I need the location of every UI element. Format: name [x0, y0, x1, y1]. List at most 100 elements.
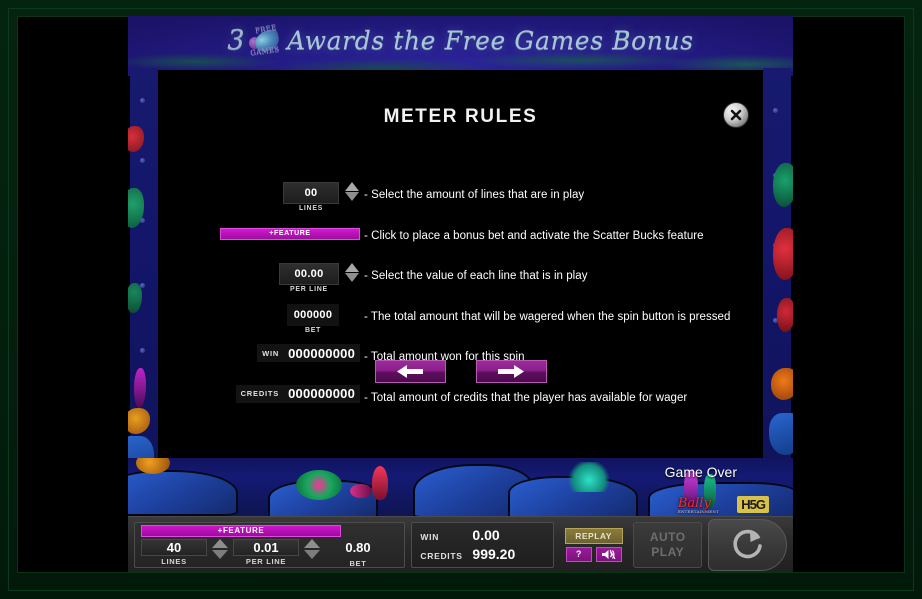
deck-feature-button[interactable]: +FEATURE — [141, 524, 341, 537]
bally-logo-subtext: ENTERTAINMENT — [677, 509, 719, 514]
deck-lines-wrap: 40 LINES — [141, 538, 207, 566]
credits-label: CREDITS — [240, 389, 280, 398]
deck-per-line-arrows[interactable] — [302, 538, 322, 559]
bally-logo: Bally ENTERTAINMENT — [678, 496, 719, 514]
rule-row-per-line: 00.00 PER LINE - Select the value of eac… — [158, 263, 763, 304]
coral-magenta — [134, 368, 146, 408]
rule-widget: 00.00 PER LINE — [158, 263, 364, 293]
reef-tube-coral — [372, 466, 388, 500]
coral-orange — [128, 408, 150, 434]
game-banner: 3 FREE GAMES Awards the Free Games Bonus — [128, 16, 793, 76]
rule-widget: CREDITS 000000000 — [158, 384, 364, 403]
per-line-value: 00.00 — [294, 268, 324, 280]
coral-red — [777, 298, 793, 332]
auxiliary-buttons: REPLAY ? — [560, 522, 627, 568]
win-label: WIN — [262, 348, 280, 358]
help-label: ? — [575, 549, 582, 559]
per-line-decrement-icon[interactable] — [345, 273, 359, 282]
per-line-stepper[interactable]: 00.00 PER LINE — [279, 263, 360, 293]
rule-row-bet: 000000 BET - The total amount that will … — [158, 303, 763, 345]
deck-lines-label: LINES — [161, 556, 187, 566]
next-page-button[interactable] — [475, 360, 547, 383]
deck-per-line-box[interactable]: 0.01 — [233, 538, 299, 556]
feature-bet-label: +FEATURE — [269, 230, 311, 237]
rule-description: - Select the amount of lines that are in… — [364, 189, 585, 201]
speaker-muted-icon — [602, 549, 616, 559]
per-line-meter-box[interactable]: 00.00 — [279, 263, 339, 285]
deck-bet-wrap: 0.80 BET — [325, 539, 391, 568]
bet-meter-wrap: 000000 BET — [287, 303, 339, 334]
lines-meter-box[interactable]: 00 — [283, 182, 339, 204]
bet-label: BET — [304, 326, 322, 334]
deck-feature-label: +FEATURE — [217, 526, 265, 535]
rule-widget: 00 LINES — [158, 182, 364, 212]
deck-credits-value: 999.20 — [472, 546, 516, 562]
reef-rock-right — [769, 413, 793, 455]
deck-lines-arrows[interactable] — [210, 538, 230, 559]
lines-stepper[interactable]: 00 LINES — [283, 182, 360, 212]
deck-win-row: WIN 0.00 — [420, 527, 545, 543]
deck-lines-increment-icon[interactable] — [212, 538, 228, 548]
replay-label: REPLAY — [575, 530, 612, 541]
deck-per-line-decrement-icon[interactable] — [304, 549, 320, 559]
win-credits-panel: WIN 0.00 CREDITS 999.20 — [411, 521, 555, 568]
shell-free-games-icon: FREE GAMES — [247, 23, 281, 57]
right-coral-decoration — [763, 68, 793, 488]
autoplay-line-2: PLAY — [651, 544, 685, 559]
help-button[interactable]: ? — [565, 546, 592, 562]
sound-toggle-button[interactable] — [595, 546, 622, 562]
auto-play-button[interactable]: AUTO PLAY — [633, 521, 703, 568]
deck-lines-value: 40 — [166, 539, 182, 555]
per-line-increment-icon[interactable] — [345, 263, 359, 272]
coral-green — [128, 188, 144, 228]
lines-label: LINES — [298, 205, 324, 212]
control-deck: +FEATURE 40 LINES 0.01 PER LINE 0.80 BET… — [128, 516, 793, 572]
rule-row-feature: +FEATURE - Click to place a bonus bet an… — [158, 223, 763, 264]
close-dialog-button[interactable] — [723, 102, 749, 128]
deck-bet-value: 0.80 — [345, 539, 371, 555]
credits-value: 000000000 — [288, 386, 355, 401]
previous-page-button[interactable] — [374, 360, 446, 383]
banner-lead-number: 3 — [227, 25, 246, 56]
credits-meter: CREDITS 000000000 — [235, 384, 360, 403]
per-line-label: PER LINE — [290, 286, 328, 293]
coral-red — [128, 126, 144, 152]
arrow-left-icon — [397, 365, 423, 378]
rule-widget: +FEATURE — [158, 223, 364, 240]
screen-root: 3FREEGAMESAwards the Free Games Bonus — [0, 0, 922, 599]
deck-per-line-value: 0.01 — [253, 539, 279, 555]
close-icon — [730, 109, 742, 121]
lines-arrows[interactable] — [344, 182, 360, 201]
replay-button[interactable]: REPLAY — [564, 527, 623, 544]
bet-meter-box: 000000 — [287, 303, 339, 326]
deck-per-line-increment-icon[interactable] — [304, 538, 320, 548]
reef-rock — [128, 470, 238, 516]
deck-credits-label: CREDITS — [420, 551, 463, 561]
coral-green — [128, 283, 142, 313]
dialog-navigation — [158, 360, 763, 383]
deck-per-line-wrap: 0.01 PER LINE — [233, 538, 299, 566]
reef-artwork-strip: Game Over Bally ENTERTAINMENT H5G — [128, 458, 793, 516]
per-line-arrows[interactable] — [344, 263, 360, 282]
rule-description: - Click to place a bonus bet and activat… — [364, 229, 704, 242]
deck-lines-box[interactable]: 40 — [141, 538, 207, 556]
lines-value: 00 — [304, 187, 318, 199]
lines-decrement-icon[interactable] — [345, 192, 359, 201]
lines-increment-icon[interactable] — [345, 182, 359, 191]
rule-row-lines: 00 LINES - Select the amount of lines th… — [158, 182, 763, 223]
deck-win-value: 0.00 — [472, 527, 500, 543]
rule-description: - The total amount that will be wagered … — [364, 310, 731, 323]
bet-value: 000000 — [293, 308, 333, 321]
game-status-text: Game Over — [664, 464, 737, 480]
h5g-logo: H5G — [737, 496, 769, 513]
reef-rock — [648, 482, 793, 516]
deck-lines-decrement-icon[interactable] — [212, 549, 228, 559]
bet-controls-panel: +FEATURE 40 LINES 0.01 PER LINE 0.80 BET — [134, 521, 406, 568]
spin-button[interactable] — [708, 518, 787, 571]
deck-bet-label: BET — [349, 558, 367, 568]
lines-meter-wrap: 00 LINES — [283, 182, 339, 212]
banner-text: Awards the Free Games Bonus — [287, 26, 694, 55]
feature-bet-button[interactable]: +FEATURE — [220, 227, 360, 240]
meter-rules-list: 00 LINES - Select the amount of lines th… — [158, 182, 763, 425]
arrow-right-icon — [498, 365, 524, 378]
